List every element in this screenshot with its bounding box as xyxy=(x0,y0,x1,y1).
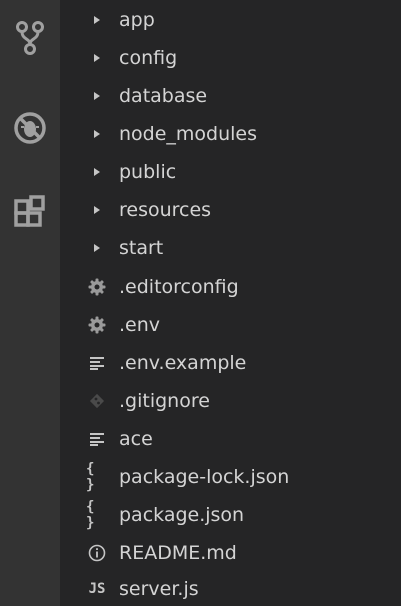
tree-folder-app[interactable]: app xyxy=(60,1,401,39)
tree-item-label: package.json xyxy=(119,504,245,526)
extensions-icon xyxy=(14,195,45,227)
json-icon: { } xyxy=(86,499,95,531)
chevron-right-icon xyxy=(92,77,102,115)
git-icon xyxy=(86,382,108,420)
debug-icon xyxy=(14,112,46,144)
tree-item-label: config xyxy=(119,47,178,69)
tree-file-server-js[interactable]: JS server.js xyxy=(60,570,401,606)
tree-item-label: .editorconfig xyxy=(119,276,239,298)
tree-item-label: .gitignore xyxy=(119,390,210,412)
tree-file-editorconfig[interactable]: .editorconfig xyxy=(60,268,401,306)
tree-item-label: README.md xyxy=(119,542,237,564)
tree-folder-node-modules[interactable]: node_modules xyxy=(60,115,401,153)
tree-folder-start[interactable]: start xyxy=(60,229,401,267)
tree-item-label: app xyxy=(119,9,155,31)
tree-folder-config[interactable]: config xyxy=(60,39,401,77)
chevron-right-icon xyxy=(92,115,102,153)
tree-folder-database[interactable]: database xyxy=(60,77,401,115)
chevron-right-icon xyxy=(92,191,102,229)
tree-item-label: package-lock.json xyxy=(119,466,290,488)
tree-file-package-lock-json[interactable]: { } package-lock.json xyxy=(60,458,401,496)
tree-item-label: start xyxy=(119,237,164,259)
tree-item-label: node_modules xyxy=(119,123,258,145)
tree-file-ace[interactable]: ace xyxy=(60,420,401,458)
tree-file-env[interactable]: .env xyxy=(60,306,401,344)
lines-icon xyxy=(86,420,108,458)
debug-button[interactable] xyxy=(0,98,60,158)
tree-item-label: ace xyxy=(119,428,153,450)
tree-item-label: .env xyxy=(119,314,161,336)
js-icon: JS xyxy=(88,581,106,597)
source-control-button[interactable] xyxy=(0,8,60,68)
gear-icon xyxy=(86,268,108,306)
tree-item-label: resources xyxy=(119,199,212,221)
source-control-icon xyxy=(16,21,44,55)
tree-item-label: server.js xyxy=(119,578,199,600)
tree-item-label: database xyxy=(119,85,208,107)
file-explorer: app config database node_modules public xyxy=(60,0,401,606)
tree-file-gitignore[interactable]: .gitignore xyxy=(60,382,401,420)
tree-folder-public[interactable]: public xyxy=(60,153,401,191)
tree-folder-resources[interactable]: resources xyxy=(60,191,401,229)
tree-file-env-example[interactable]: .env.example xyxy=(60,344,401,382)
info-icon xyxy=(86,534,108,572)
chevron-right-icon xyxy=(92,1,102,39)
chevron-right-icon xyxy=(92,39,102,77)
gear-icon xyxy=(86,306,108,344)
lines-icon xyxy=(86,344,108,382)
vscode-window: app config database node_modules public xyxy=(0,0,401,606)
tree-file-readme-md[interactable]: README.md xyxy=(60,534,401,572)
chevron-right-icon xyxy=(92,229,102,267)
tree-file-package-json[interactable]: { } package.json xyxy=(60,496,401,534)
tree-item-label: public xyxy=(119,161,177,183)
json-icon: { } xyxy=(86,461,95,493)
tree-item-label: .env.example xyxy=(119,352,247,374)
extensions-button[interactable] xyxy=(0,182,60,242)
activity-bar xyxy=(0,0,60,606)
chevron-right-icon xyxy=(92,153,102,191)
